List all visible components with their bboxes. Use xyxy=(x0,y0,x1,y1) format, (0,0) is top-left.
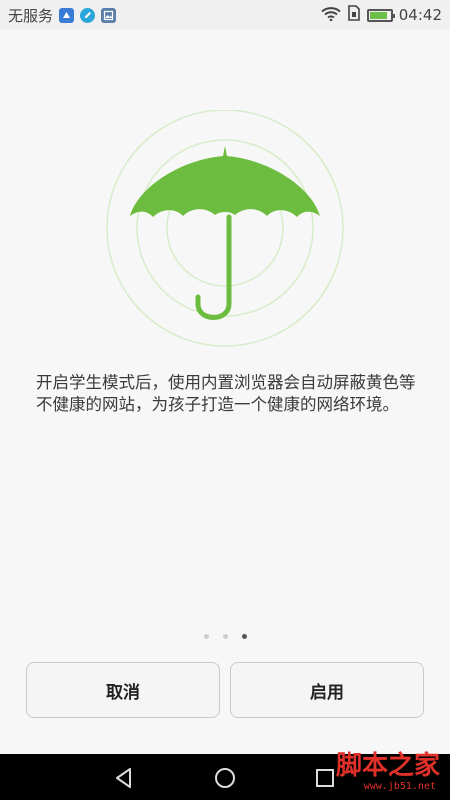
cancel-button[interactable]: 取消 xyxy=(26,662,220,718)
student-mode-illustration xyxy=(100,109,350,360)
umbrella-icon xyxy=(106,109,344,347)
watermark-logo: 脚本之家 xyxy=(335,751,440,781)
page-dot xyxy=(222,634,228,639)
watermark-url: www.jb51.net xyxy=(363,781,436,792)
clock: 04:42 xyxy=(398,6,442,24)
page-dot xyxy=(241,634,247,639)
home-icon[interactable] xyxy=(213,766,237,794)
battery-icon xyxy=(366,8,395,22)
back-icon[interactable] xyxy=(112,766,136,794)
edit-icon xyxy=(80,7,96,23)
status-left: 无服务 xyxy=(8,5,117,26)
battery-fill xyxy=(369,11,387,19)
student-mode-description: 开启学生模式后，使用内置浏览器会自动屏蔽黄色等不健康的网站，为孩子打造一个健康的… xyxy=(36,373,416,414)
recent-apps-icon[interactable] xyxy=(313,766,337,794)
sim-card-icon xyxy=(347,5,361,25)
app-notification-icon xyxy=(59,7,75,23)
status-right: 04:42 xyxy=(321,5,442,25)
status-bar: 无服务 04:42 xyxy=(0,0,450,30)
page-indicator xyxy=(0,634,450,639)
page-dot xyxy=(203,634,209,639)
wifi-icon xyxy=(321,6,341,25)
image-icon xyxy=(101,7,117,23)
carrier-label: 无服务 xyxy=(8,6,54,25)
enable-button[interactable]: 启用 xyxy=(230,662,424,718)
